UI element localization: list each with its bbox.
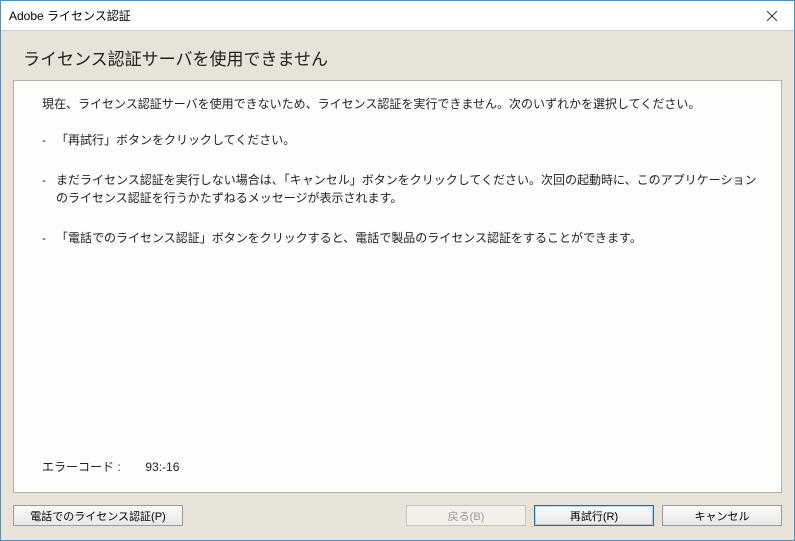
close-button[interactable]: [749, 1, 794, 30]
client-area: ライセンス認証サーバを使用できません 現在、ライセンス認証サーバを使用できないた…: [1, 31, 794, 540]
titlebar: Adobe ライセンス認証: [1, 1, 794, 31]
phone-activation-button[interactable]: 電話でのライセンス認証(P): [13, 505, 183, 526]
content-panel: 現在、ライセンス認証サーバを使用できないため、ライセンス認証を実行できません。次…: [13, 80, 782, 493]
close-icon: [767, 11, 777, 21]
list-item: 「電話でのライセンス認証」ボタンをクリックすると、電話で製品のライセンス認証をす…: [42, 229, 761, 247]
error-code: 93:-16: [145, 460, 179, 474]
list-item: 「再試行」ボタンをクリックしてください。: [42, 131, 761, 149]
retry-button[interactable]: 再試行(R): [534, 505, 654, 526]
list-item: まだライセンス認証を実行しない場合は、「キャンセル」ボタンをクリックしてください…: [42, 171, 761, 207]
error-label: エラーコード :: [42, 458, 142, 476]
window-title: Adobe ライセンス認証: [9, 7, 131, 24]
back-button: 戻る(B): [406, 505, 526, 526]
intro-text: 現在、ライセンス認証サーバを使用できないため、ライセンス認証を実行できません。次…: [42, 95, 761, 113]
button-row: 電話でのライセンス認証(P) 戻る(B) 再試行(R) キャンセル: [13, 493, 782, 526]
cancel-button[interactable]: キャンセル: [662, 505, 782, 526]
page-heading: ライセンス認証サーバを使用できません: [13, 41, 782, 80]
dialog-window: Adobe ライセンス認証 ライセンス認証サーバを使用できません 現在、ライセン…: [0, 0, 795, 541]
error-line: エラーコード : 93:-16: [42, 458, 761, 482]
instruction-list: 「再試行」ボタンをクリックしてください。 まだライセンス認証を実行しない場合は、…: [42, 131, 761, 269]
